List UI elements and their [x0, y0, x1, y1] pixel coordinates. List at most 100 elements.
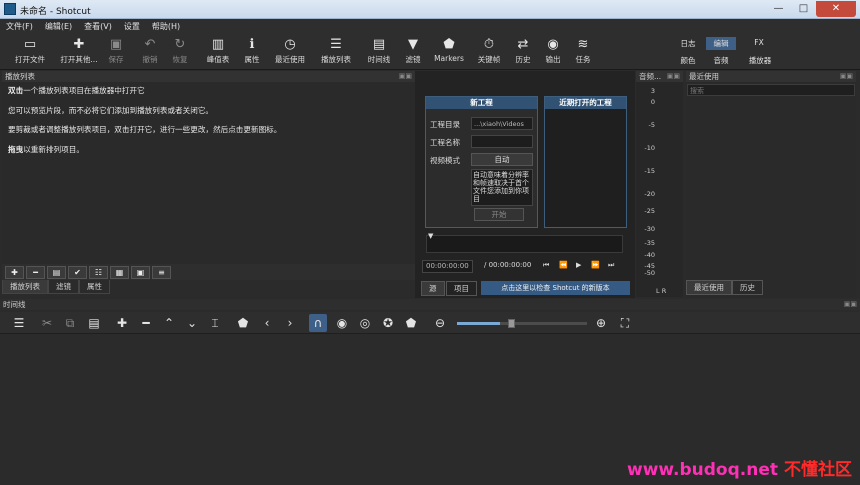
layout-fx[interactable]: FX [744, 37, 774, 48]
ripple-icon[interactable]: ◎ [356, 314, 374, 332]
copy-icon[interactable]: ⧉ [61, 314, 79, 332]
menu-view[interactable]: 查看(V) [78, 19, 118, 34]
playlist-check-button[interactable]: ✔ [68, 266, 87, 279]
playlist-button[interactable]: ☰ 播放列表 [314, 36, 358, 65]
timeline-title: 时间线 ▣▣ [0, 299, 860, 310]
append-icon[interactable]: ✚ [113, 314, 131, 332]
timeline-menu-icon[interactable]: ☰ [10, 314, 28, 332]
recent-button[interactable]: ◷ 最近使用 [268, 36, 312, 65]
meter-tick: -40 [644, 251, 655, 259]
project-name-field[interactable] [471, 135, 533, 148]
tab-history[interactable]: 历史 [732, 280, 763, 295]
project-dir-field[interactable]: ...\xiaoh\Videos [471, 117, 533, 130]
meter-tick: -35 [644, 239, 655, 247]
zoom-in-icon[interactable]: ⊕ [592, 314, 610, 332]
zoom-slider[interactable] [457, 319, 587, 328]
menu-help[interactable]: 帮助(H) [146, 19, 186, 34]
timeline-float-icon[interactable]: ▣▣ [844, 299, 857, 310]
jobs-button[interactable]: ≋ 任务 [561, 36, 605, 65]
transport-bar: 00:00:00:00 / 00:00:00:00 ⏮ ⏪ ▶ ⏩ ⏭ [421, 260, 631, 274]
meter-tick: -15 [644, 167, 655, 175]
layout-color[interactable]: 颜色 [673, 54, 703, 67]
recent-float-icon[interactable]: ▣▣ [840, 71, 853, 82]
video-mode-select[interactable]: 自动 [471, 153, 533, 166]
zoom-slider-handle[interactable] [507, 319, 515, 328]
tab-playlist[interactable]: 播放列表 [2, 280, 48, 294]
minimize-button[interactable]: — [766, 1, 791, 17]
skip-next-icon[interactable]: ⏭ [608, 261, 614, 270]
meter-tick: 0 [650, 98, 655, 106]
snap-icon[interactable]: ∩ [309, 314, 327, 332]
cut-icon[interactable]: ✂ [38, 314, 56, 332]
scrub-drag-icon[interactable]: ◉ [333, 314, 351, 332]
zoom-out-icon[interactable]: ⊖ [431, 314, 449, 332]
update-notice-button[interactable]: 点击这里以检查 Shotcut 的新版本 [481, 281, 630, 295]
project-dir-label: 工程目录 [430, 120, 460, 129]
open-file-button[interactable]: ▭ 打开文件 [8, 36, 52, 65]
previous-marker-icon[interactable]: ‹ [258, 314, 276, 332]
overwrite-icon[interactable]: ⌄ [183, 314, 201, 332]
tab-source[interactable]: 源 [421, 281, 445, 296]
tab-filters[interactable]: 滤镜 [48, 280, 79, 294]
marker-icon[interactable]: ⬟ [234, 314, 252, 332]
help-line-1: 双击一个播放列表项目在播放器中打开它 [8, 86, 145, 95]
playlist-update-button[interactable]: ▤ [47, 266, 66, 279]
zoom-fit-icon[interactable]: ⛶ [616, 314, 634, 332]
split-icon[interactable]: ⌶ [206, 314, 224, 332]
playlist-tabs: 播放列表 滤镜 属性 [2, 280, 415, 294]
tab-recent[interactable]: 最近使用 [686, 280, 732, 295]
timeline-toolbar: ☰ ✂ ⧉ ▤ ✚ ━ ⌃ ⌄ ⌶ ⬟ ‹ › ∩ ◉ ◎ ✪ ⬟ ⊖ ⊕ ⛶ [0, 312, 860, 334]
playlist-remove-button[interactable]: ━ [26, 266, 45, 279]
meter-float-icon[interactable]: ▣▣ [667, 71, 680, 82]
lift-icon[interactable]: ⌃ [160, 314, 178, 332]
window-title: 未命名 - Shotcut [20, 7, 91, 17]
fast-forward-icon[interactable]: ⏩ [591, 261, 600, 269]
playhead-marker-icon: ▼ [428, 232, 434, 240]
playlist-icon: ☰ [330, 37, 342, 52]
video-mode-label: 视频模式 [430, 156, 460, 165]
skip-previous-icon[interactable]: ⏮ [543, 261, 549, 270]
recent-icon: ◷ [284, 37, 296, 52]
timecode-position[interactable]: 00:00:00:00 [422, 260, 473, 273]
source-tabs: 源 项目 点击这里以检查 Shotcut 的新版本 [421, 281, 631, 296]
playlist-help-text: 双击一个播放列表项目在播放器中打开它 您可以预览片段，而不必将它们添加到播放列表… [2, 82, 415, 168]
jobs-icon: ≋ [577, 37, 589, 52]
timecode-duration: / 00:00:00:00 [484, 261, 532, 269]
maximize-button[interactable]: □ [791, 1, 816, 17]
layout-logging[interactable]: 日志 [673, 37, 703, 50]
playlist-menu-icon[interactable]: ≡ [152, 266, 171, 279]
start-button[interactable]: 开始 [474, 208, 524, 221]
meter-tick: -10 [644, 144, 655, 152]
play-icon[interactable]: ▶ [576, 261, 581, 269]
playlist-details-view-icon[interactable]: ☷ [89, 266, 108, 279]
playlist-tiles-view-icon[interactable]: ▦ [110, 266, 129, 279]
close-button[interactable]: ✕ [816, 1, 856, 17]
playlist-icons-view-icon[interactable]: ▣ [131, 266, 150, 279]
menu-settings[interactable]: 设置 [118, 19, 146, 34]
tab-properties[interactable]: 属性 [79, 280, 110, 294]
ripple-all-icon[interactable]: ✪ [379, 314, 397, 332]
video-mode-description: 自动意味着分辨率和帧速取决于首个文件您添加到你项目 [471, 169, 533, 206]
playlist-add-button[interactable]: ✚ [5, 266, 24, 279]
recent-search-input[interactable]: 搜索 [687, 84, 855, 96]
recent-projects-panel: 近期打开的工程 [544, 96, 627, 228]
menu-file[interactable]: 文件(F) [0, 19, 39, 34]
layout-audio[interactable]: 音频 [706, 54, 736, 67]
layout-editing[interactable]: 编辑 [706, 37, 736, 50]
layout-player[interactable]: 播放器 [744, 54, 776, 67]
watermark-brand: 不懂社区 [784, 460, 852, 480]
scrub-bar[interactable]: ▼ [426, 232, 623, 253]
float-dock-icon[interactable]: ▣▣ [399, 71, 412, 82]
meter-tick: -5 [648, 121, 655, 129]
ripple-markers-icon[interactable]: ⬟ [402, 314, 420, 332]
recent-panel-title: 最近使用 ▣▣ [686, 71, 856, 82]
tab-project[interactable]: 项目 [446, 281, 477, 296]
rewind-icon[interactable]: ⏪ [559, 261, 568, 269]
help-line-3: 要剪裁或者调整播放列表项目，双击打开它，进行一些更改，然后点击更新图标。 [8, 125, 282, 134]
menu-edit[interactable]: 编辑(E) [39, 19, 78, 34]
ripple-delete-icon[interactable]: ━ [137, 314, 155, 332]
next-marker-icon[interactable]: › [281, 314, 299, 332]
markers-button[interactable]: ⬟ Markers [427, 36, 471, 63]
paste-icon[interactable]: ▤ [85, 314, 103, 332]
resize-grip-icon[interactable] [851, 476, 859, 484]
